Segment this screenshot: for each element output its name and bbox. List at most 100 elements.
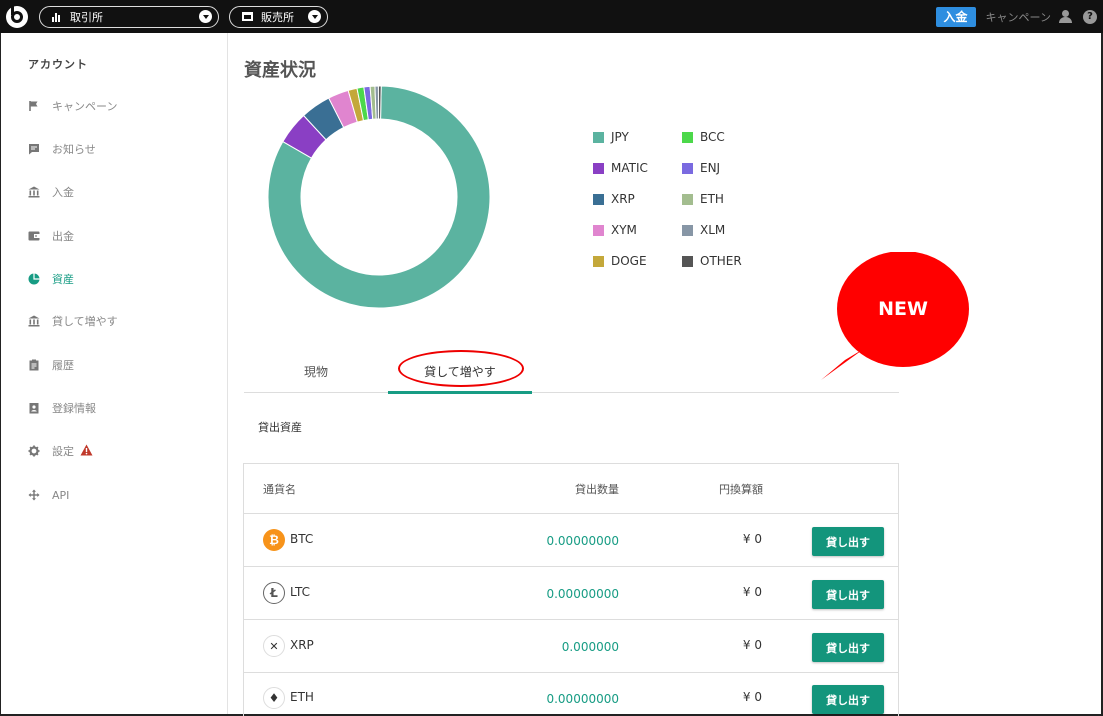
legend-swatch — [682, 224, 693, 236]
sidebar-item-label: 貸して増やす — [52, 315, 118, 328]
sidebar-item-label: 出金 — [52, 230, 74, 243]
litecoin-icon: Ł — [263, 582, 285, 604]
legend-swatch — [682, 193, 693, 205]
sidebar-item-deposit[interactable]: 入金 — [28, 182, 74, 202]
legend-label: XLM — [700, 223, 726, 237]
table-row: ♦ ETH 0.00000000 ¥ 0 貸し出す — [244, 672, 898, 716]
help-icon[interactable]: ? — [1083, 9, 1097, 24]
column-header-amount: 貸出数量 — [575, 483, 619, 496]
legend-item-xym[interactable]: XYM — [593, 221, 637, 239]
sidebar-item-news[interactable]: お知らせ — [28, 139, 96, 159]
bank-icon — [28, 315, 40, 327]
move-icon — [28, 489, 40, 501]
asset-donut-chart — [267, 85, 491, 309]
bar-chart-icon — [52, 12, 62, 22]
legend-swatch — [682, 162, 693, 174]
flag-icon — [28, 100, 40, 112]
deposit-button[interactable]: 入金 — [935, 6, 976, 27]
shop-dropdown[interactable]: 販売所 — [229, 5, 328, 28]
sidebar-item-assets[interactable]: 資産 — [28, 269, 74, 289]
page-title: 資産状況 — [244, 60, 316, 81]
new-badge-text: NEW — [878, 298, 928, 320]
user-icon[interactable] — [1059, 10, 1072, 23]
lent-amount: 0.00000000 — [546, 692, 619, 706]
sidebar-item-label: 入金 — [52, 186, 74, 199]
legend-swatch — [593, 193, 604, 205]
sidebar-item-history[interactable]: 履歴 — [28, 355, 74, 375]
yen-value: ¥ 0 — [742, 532, 762, 546]
wallet-icon — [28, 230, 40, 242]
legend-item-bcc[interactable]: BCC — [682, 128, 725, 146]
tab-lending[interactable]: 貸して増やす — [388, 350, 532, 394]
store-icon — [242, 12, 253, 21]
sidebar-item-label: キャンペーン — [52, 100, 118, 113]
pie-chart-icon — [28, 273, 40, 285]
lend-button[interactable]: 貸し出す — [812, 580, 884, 609]
sidebar-item-label: API — [52, 488, 70, 502]
legend-label: XYM — [611, 223, 637, 237]
coin-name: LTC — [290, 585, 311, 599]
legend-item-xrp[interactable]: XRP — [593, 190, 635, 208]
campaign-link[interactable]: キャンペーン — [986, 9, 1051, 25]
sidebar-item-label: お知らせ — [52, 143, 96, 156]
clipboard-icon — [28, 359, 40, 371]
lend-button[interactable]: 貸し出す — [812, 685, 884, 714]
coin-name: XRP — [290, 638, 314, 652]
chevron-down-icon — [199, 10, 212, 23]
legend-label: BCC — [700, 130, 725, 144]
xrp-icon: ✕ — [263, 635, 285, 657]
asset-tabs: 現物 貸して増やす — [244, 350, 899, 394]
table-row: ₿ BTC 0.00000000 ¥ 0 貸し出す — [244, 514, 898, 567]
legend-swatch — [593, 131, 604, 143]
sidebar-item-lending[interactable]: 貸して増やす — [28, 311, 118, 331]
chevron-down-icon — [308, 10, 321, 23]
legend-label: DOGE — [611, 254, 647, 268]
exchange-dropdown[interactable]: 取引所 — [39, 5, 219, 28]
sidebar-item-api[interactable]: API — [28, 485, 69, 505]
exchange-label: 取引所 — [70, 10, 103, 24]
lent-amount: 0.000000 — [561, 640, 619, 654]
legend-swatch — [682, 131, 693, 143]
legend-item-matic[interactable]: MATIC — [593, 159, 648, 177]
gear-icon — [28, 445, 40, 457]
yen-value: ¥ 0 — [742, 690, 762, 704]
legend-swatch — [593, 162, 604, 174]
lent-amount: 0.00000000 — [546, 587, 619, 601]
coin-name: ETH — [290, 690, 314, 704]
sidebar-item-withdraw[interactable]: 出金 — [28, 226, 74, 246]
donut-slice-other — [377, 85, 382, 120]
legend-label: ETH — [700, 192, 724, 206]
yen-value: ¥ 0 — [742, 638, 762, 652]
coin-name: BTC — [290, 532, 314, 546]
bank-icon — [28, 186, 40, 198]
sidebar-item-label: 設定 — [52, 445, 74, 458]
ethereum-icon: ♦ — [263, 687, 285, 709]
column-header-yen: 円換算額 — [719, 483, 763, 496]
legend-item-other[interactable]: OTHER — [682, 252, 742, 270]
legend-swatch — [593, 224, 604, 236]
bitcoin-icon: ₿ — [263, 529, 285, 551]
bitbank-logo[interactable] — [6, 5, 28, 28]
sidebar-item-label: 登録情報 — [52, 402, 96, 415]
legend-item-enj[interactable]: ENJ — [682, 159, 720, 177]
message-icon — [28, 143, 40, 155]
legend-item-eth[interactable]: ETH — [682, 190, 724, 208]
shop-label: 販売所 — [261, 10, 294, 24]
legend-label: MATIC — [611, 161, 648, 175]
sidebar-item-profile[interactable]: 登録情報 — [28, 398, 96, 418]
legend-item-doge[interactable]: DOGE — [593, 252, 647, 270]
table-header: 通貨名 貸出数量 円換算額 — [244, 464, 898, 514]
column-header-name: 通貨名 — [263, 483, 296, 496]
lending-table: 通貨名 貸出数量 円換算額 ₿ BTC 0.00000000 ¥ 0 貸し出す … — [243, 463, 899, 716]
table-row: Ł LTC 0.00000000 ¥ 0 貸し出す — [244, 567, 898, 620]
lend-button[interactable]: 貸し出す — [812, 633, 884, 662]
legend-item-xlm[interactable]: XLM — [682, 221, 725, 239]
top-bar: 取引所 販売所 入金 キャンペーン ? — [0, 0, 1103, 33]
legend-label: ENJ — [700, 161, 721, 175]
legend-item-jpy[interactable]: JPY — [593, 128, 629, 146]
sidebar-item-settings[interactable]: 設定 — [28, 441, 93, 461]
tab-spot[interactable]: 現物 — [244, 350, 388, 393]
lend-button[interactable]: 貸し出す — [812, 527, 884, 556]
sidebar-item-label: 履歴 — [52, 359, 74, 372]
sidebar-item-campaign[interactable]: キャンペーン — [28, 96, 117, 116]
